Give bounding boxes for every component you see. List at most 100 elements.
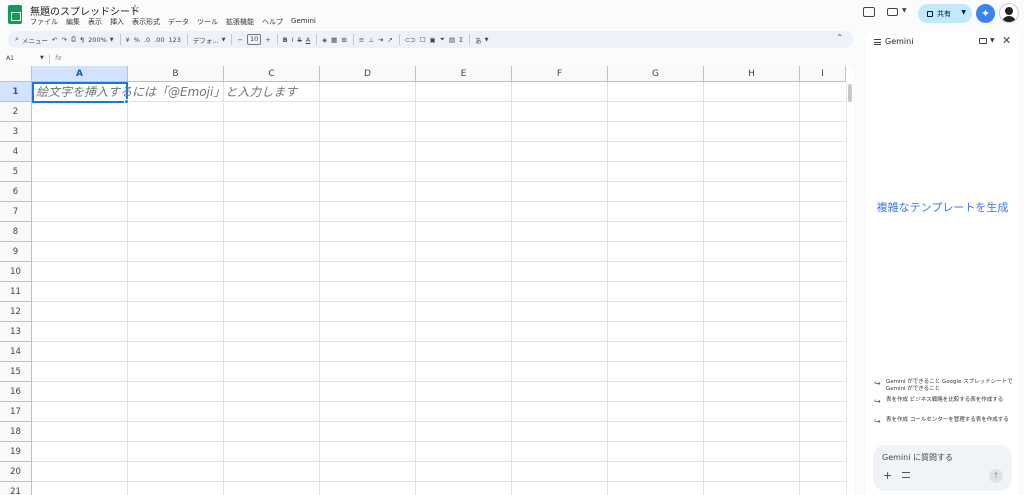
document-title[interactable]: 無題のスプレッドシート [30,3,140,18]
menu-icon[interactable] [874,39,881,45]
vertical-align-icon[interactable]: ⊥ [368,33,374,47]
comment-add-icon[interactable]: ☐ [420,33,426,47]
column-header-e[interactable]: E [416,66,512,82]
row-header-21[interactable]: 21 [0,482,32,495]
column-header-b[interactable]: B [128,66,224,82]
suggestion-item[interactable]: ↪ 表を作成 コールセンターを管理する表を作成する [874,417,1014,426]
menu-gemini[interactable]: Gemini [291,17,316,27]
column-header-d[interactable]: D [320,66,416,82]
collapse-toolbar-icon[interactable]: ⌃ [836,33,843,42]
fill-color-icon[interactable]: ◈ [322,33,327,47]
row-header-9[interactable]: 9 [0,242,32,262]
menu-format[interactable]: 表示形式 [132,17,160,27]
chevron-down-icon[interactable]: ▼ [40,55,44,61]
row-header-8[interactable]: 8 [0,222,32,242]
row-header-6[interactable]: 6 [0,182,32,202]
gemini-sparkle-button[interactable]: ✦ [976,4,995,23]
currency-button[interactable]: ¥ [126,33,130,47]
row-header-15[interactable]: 15 [0,362,32,382]
chevron-down-icon[interactable]: ▼ [990,37,995,44]
column-header-a[interactable]: A [32,66,128,82]
text-rotate-icon[interactable]: ↗ [387,33,392,47]
row-header-17[interactable]: 17 [0,402,32,422]
print-icon[interactable]: ⎙ [71,33,76,47]
row-header-1[interactable]: 1 [0,82,32,102]
filter-icon[interactable]: ⏷ [440,33,445,47]
merge-cells-icon[interactable]: ⊞ [341,33,346,47]
row-header-4[interactable]: 4 [0,142,32,162]
decrease-font-size-button[interactable]: − [237,33,242,47]
search-menus[interactable]: ⌕ メニュー [15,33,48,47]
menu-file[interactable]: ファイル [30,17,58,27]
link-icon[interactable]: ⊂⊃ [405,33,416,47]
zoom-select[interactable]: 200% ▼ [88,33,113,47]
redo-icon[interactable]: ↷ [61,33,66,47]
increase-font-size-button[interactable]: + [265,33,270,47]
account-avatar[interactable] [999,3,1019,23]
row-header-12[interactable]: 12 [0,302,32,322]
row-header-2[interactable]: 2 [0,102,32,122]
row-header-18[interactable]: 18 [0,422,32,442]
menu-edit[interactable]: 編集 [66,17,80,27]
borders-icon[interactable]: ▦ [331,33,337,47]
row-header-10[interactable]: 10 [0,262,32,282]
chevron-down-icon[interactable]: ▼ [902,7,907,14]
open-in-new-icon[interactable] [979,38,987,44]
suggestion-item[interactable]: ↪ Gemini ができること Google スプレッドシートで Gemini … [874,379,1014,393]
name-box[interactable]: A1 [6,55,14,62]
row-header-7[interactable]: 7 [0,202,32,222]
row-header-11[interactable]: 11 [0,282,32,302]
filter-views-icon[interactable]: ▤ [449,33,455,47]
row-header-14[interactable]: 14 [0,342,32,362]
row-header-16[interactable]: 16 [0,382,32,402]
tune-icon[interactable] [902,472,910,478]
sheets-logo-icon[interactable] [8,5,22,24]
close-icon[interactable]: ✕ [1002,34,1011,47]
cell-area[interactable] [32,82,846,495]
column-header-g[interactable]: G [608,66,704,82]
row-header-19[interactable]: 19 [0,442,32,462]
column-header-f[interactable]: F [512,66,608,82]
meet-video-icon[interactable] [887,8,898,16]
text-color-button[interactable]: A [306,33,310,47]
prompt-input[interactable]: Gemini に質問する [882,452,953,463]
row-header-3[interactable]: 3 [0,122,32,142]
functions-icon[interactable]: Σ [459,33,463,47]
strikethrough-button[interactable]: S [298,33,302,47]
bold-button[interactable]: B [283,33,288,47]
row-header-20[interactable]: 20 [0,462,32,482]
menu-data[interactable]: データ [168,17,189,27]
paint-format-icon[interactable]: ¶ [80,33,84,47]
menu-insert[interactable]: 挿入 [110,17,124,27]
menu-view[interactable]: 表示 [88,17,102,27]
italic-button[interactable]: I [292,33,294,47]
share-button[interactable]: 共有 ▼ [918,4,972,23]
gemini-prompt-box[interactable]: Gemini に質問する + ↑ [873,445,1012,491]
row-header-13[interactable]: 13 [0,322,32,342]
menu-tools[interactable]: ツール [197,17,218,27]
input-tools-button[interactable]: あ ▼ [475,33,488,47]
row-header-5[interactable]: 5 [0,162,32,182]
percent-button[interactable]: % [134,33,140,47]
font-size-input[interactable]: 10 [246,34,262,45]
decrease-decimal-button[interactable]: .0 [144,33,150,47]
column-header-h[interactable]: H [704,66,800,82]
comment-icon[interactable] [863,7,875,17]
menu-extensions[interactable]: 拡張機能 [226,17,254,27]
send-icon[interactable]: ↑ [989,469,1003,483]
chevron-down-icon[interactable]: ▼ [961,9,966,16]
select-all-corner[interactable] [0,66,32,82]
vertical-scrollbar[interactable] [846,82,853,495]
menu-help[interactable]: ヘルプ [262,17,283,27]
font-select[interactable]: デフォ... ▼ [193,33,226,47]
undo-icon[interactable]: ↶ [52,33,57,47]
column-header-i[interactable]: I [800,66,846,82]
increase-decimal-button[interactable]: .00 [154,33,164,47]
add-icon[interactable]: + [883,469,892,482]
horizontal-align-icon[interactable]: ≡ [359,33,364,47]
star-icon[interactable]: ☆ [130,2,140,15]
chart-icon[interactable]: ▣ [430,33,436,47]
column-header-c[interactable]: C [224,66,320,82]
text-wrap-icon[interactable]: ⇥ [378,33,383,47]
number-format-button[interactable]: 123 [169,33,181,47]
